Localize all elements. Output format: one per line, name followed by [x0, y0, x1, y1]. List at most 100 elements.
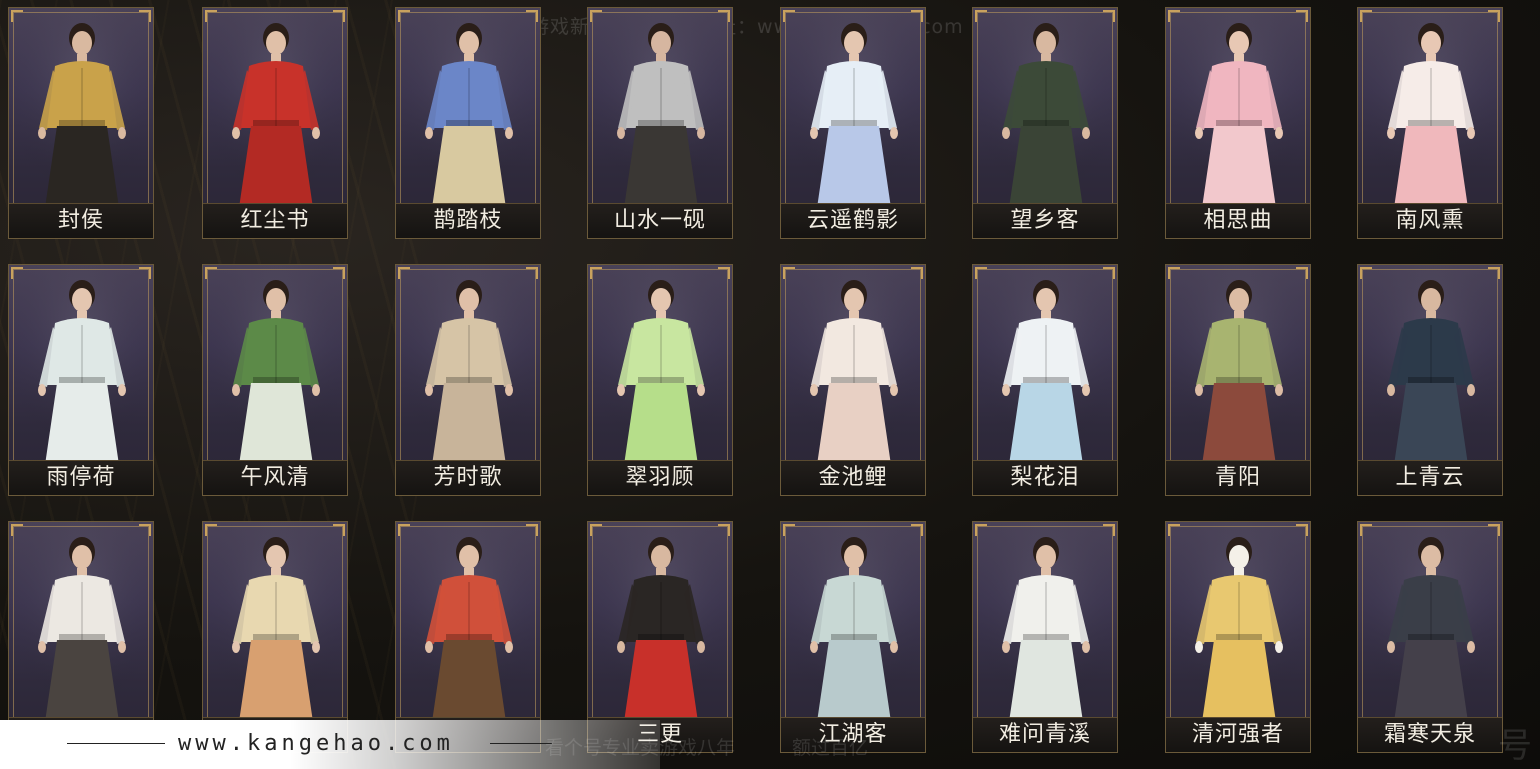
outfit-card[interactable]: 相思曲	[1165, 7, 1311, 239]
outfit-card[interactable]: 青阳	[1165, 264, 1311, 496]
frame-corner-ornament	[333, 524, 345, 536]
frame-corner-ornament	[718, 10, 730, 22]
frame-corner-ornament	[783, 524, 795, 536]
outfit-name: 相思曲	[1203, 208, 1273, 233]
frame-corner-ornament	[1488, 10, 1500, 22]
character-figure	[781, 8, 925, 208]
frame-corner-ornament	[398, 267, 410, 279]
frame-corner-ornament	[11, 10, 23, 22]
outfit-name: 望乡客	[1010, 208, 1080, 233]
frame-corner-ornament	[205, 524, 217, 536]
outfit-card[interactable]: 红尘书	[202, 7, 348, 239]
outfit-card[interactable]	[8, 521, 154, 753]
outfit-card[interactable]: 鹊踏枝	[395, 7, 541, 239]
frame-corner-ornament	[590, 267, 602, 279]
character-figure	[588, 8, 732, 208]
character-figure	[396, 522, 540, 722]
banner-divider-right	[490, 743, 552, 744]
outfit-name: 云遥鹤影	[806, 208, 899, 233]
frame-corner-ornament	[718, 267, 730, 279]
outfit-card[interactable]	[202, 521, 348, 753]
character-figure	[396, 265, 540, 465]
character-figure	[588, 522, 732, 722]
outfit-card[interactable]: 金池鲤	[780, 264, 926, 496]
character-figure	[396, 8, 540, 208]
frame-corner-ornament	[139, 267, 151, 279]
frame-corner-ornament	[1103, 267, 1115, 279]
frame-corner-ornament	[333, 267, 345, 279]
frame-corner-ornament	[139, 10, 151, 22]
frame-corner-ornament	[11, 267, 23, 279]
outfit-name: 青阳	[1214, 465, 1261, 490]
character-figure	[781, 265, 925, 465]
outfit-name: 上青云	[1395, 465, 1465, 490]
outfit-card[interactable]: 上青云	[1357, 264, 1503, 496]
outfit-card[interactable]: 雨停荷	[8, 264, 154, 496]
banner-divider-left	[67, 743, 165, 744]
frame-corner-ornament	[1488, 524, 1500, 536]
character-figure	[9, 8, 153, 208]
outfit-name: 难问青溪	[998, 722, 1091, 747]
outfit-name: 梨花泪	[1010, 465, 1080, 490]
frame-corner-ornament	[1296, 524, 1308, 536]
frame-corner-ornament	[911, 267, 923, 279]
outfit-name: 南风熏	[1395, 208, 1465, 233]
character-figure	[1358, 522, 1502, 722]
frame-corner-ornament	[911, 10, 923, 22]
frame-corner-ornament	[783, 267, 795, 279]
outfit-card[interactable]: 封侯	[8, 7, 154, 239]
watermark-logo: 号	[1498, 726, 1532, 766]
outfit-card[interactable]: 南风熏	[1357, 7, 1503, 239]
character-figure	[973, 8, 1117, 208]
character-figure	[973, 265, 1117, 465]
frame-corner-ornament	[911, 524, 923, 536]
frame-corner-ornament	[398, 524, 410, 536]
outfit-name: 午风清	[240, 465, 310, 490]
outfit-card[interactable]: 午风清	[202, 264, 348, 496]
outfit-card[interactable]: 三更	[587, 521, 733, 753]
outfit-name: 红尘书	[240, 208, 310, 233]
outfit-card[interactable]: 云遥鹤影	[780, 7, 926, 239]
outfit-card[interactable]: 芳时歌	[395, 264, 541, 496]
outfit-card[interactable]: 翠羽顾	[587, 264, 733, 496]
frame-corner-ornament	[590, 10, 602, 22]
outfit-card[interactable]	[395, 521, 541, 753]
outfit-card[interactable]: 望乡客	[972, 7, 1118, 239]
outfit-card[interactable]: 江湖客	[780, 521, 926, 753]
outfit-name: 封侯	[57, 208, 104, 233]
outfit-name: 清河强者	[1191, 722, 1284, 747]
outfit-name: 鹊踏枝	[433, 208, 503, 233]
frame-corner-ornament	[783, 10, 795, 22]
character-figure	[1166, 8, 1310, 208]
character-figure	[203, 265, 347, 465]
character-figure	[203, 8, 347, 208]
character-figure	[1358, 265, 1502, 465]
outfit-card[interactable]: 山水一砚	[587, 7, 733, 239]
frame-corner-ornament	[975, 524, 987, 536]
character-figure	[9, 265, 153, 465]
frame-corner-ornament	[1360, 10, 1372, 22]
character-figure	[9, 522, 153, 722]
frame-corner-ornament	[333, 10, 345, 22]
outfit-name: 山水一砚	[613, 208, 706, 233]
banner-url[interactable]: www.kangehao.com	[178, 731, 454, 756]
character-figure	[1166, 265, 1310, 465]
outfit-card[interactable]: 清河强者	[1165, 521, 1311, 753]
frame-corner-ornament	[139, 524, 151, 536]
character-figure	[781, 522, 925, 722]
frame-corner-ornament	[1103, 524, 1115, 536]
outfit-name: 翠羽顾	[625, 465, 695, 490]
frame-corner-ornament	[205, 10, 217, 22]
frame-corner-ornament	[1488, 267, 1500, 279]
frame-corner-ornament	[1296, 10, 1308, 22]
outfit-card[interactable]: 难问青溪	[972, 521, 1118, 753]
frame-corner-ornament	[1168, 10, 1180, 22]
character-figure	[1358, 8, 1502, 208]
outfit-card[interactable]: 梨花泪	[972, 264, 1118, 496]
frame-corner-ornament	[205, 267, 217, 279]
frame-corner-ornament	[526, 524, 538, 536]
frame-corner-ornament	[526, 10, 538, 22]
watermark-bottom: 看个号专业卖游戏八年 额过百亿	[545, 737, 869, 759]
outfit-name: 芳时歌	[433, 465, 503, 490]
outfit-name: 金池鲤	[818, 465, 888, 490]
